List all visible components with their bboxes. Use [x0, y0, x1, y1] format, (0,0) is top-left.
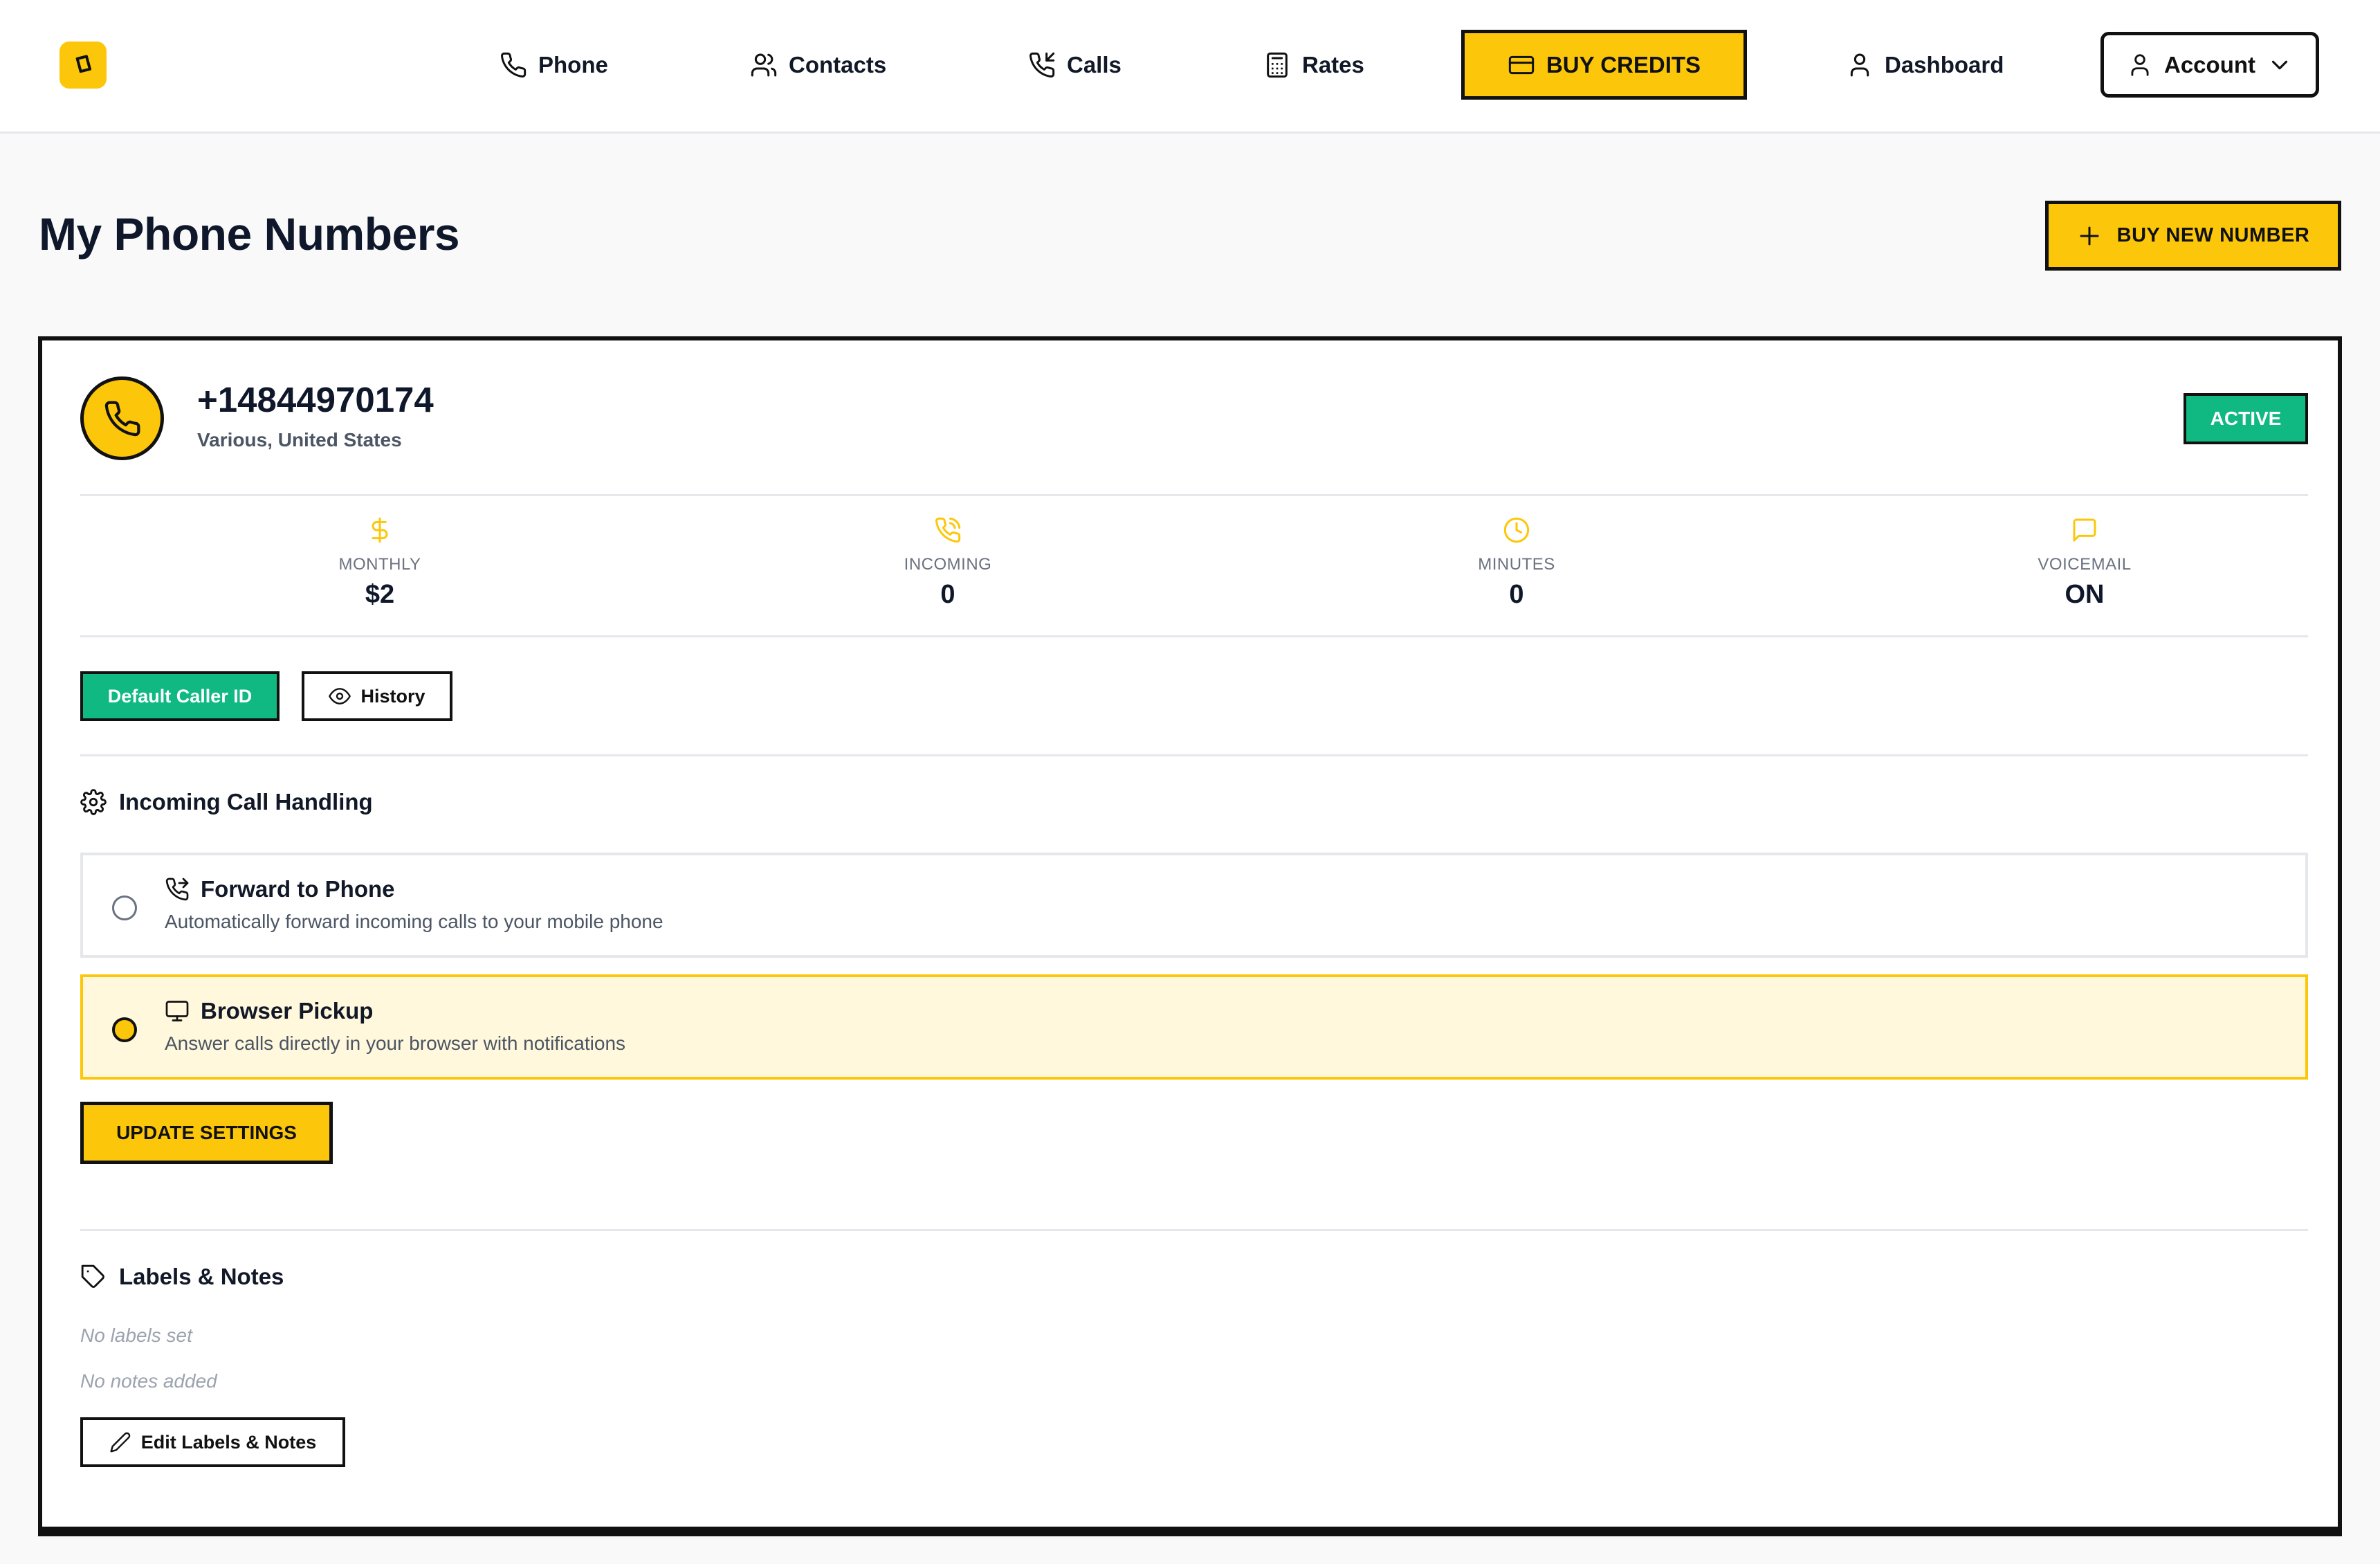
stat-label: VOICEMAIL	[2038, 555, 2132, 574]
stat-value: $2	[365, 580, 395, 609]
nav-rates-label: Rates	[1302, 52, 1364, 78]
stat-incoming: INCOMING 0	[809, 340, 1086, 610]
option-title: Forward to Phone	[165, 876, 395, 902]
buy-credits-button[interactable]: BUY CREDITS	[1461, 30, 1747, 100]
default-caller-id-button[interactable]: Default Caller ID	[80, 671, 280, 721]
clock-icon	[1503, 517, 1530, 543]
dollar-icon	[372, 517, 388, 543]
stat-label: MONTHLY	[338, 555, 421, 574]
top-nav: Phone Contacts Calls Rates BUY CREDITS D…	[0, 0, 2380, 134]
nav-contacts[interactable]: Contacts	[750, 42, 886, 89]
user-icon	[2131, 53, 2149, 76]
edit-labels-notes-button[interactable]: Edit Labels & Notes	[80, 1417, 345, 1467]
radio-browser-pickup[interactable]	[112, 1017, 137, 1042]
phone-incoming-icon	[935, 517, 961, 543]
nav-calls[interactable]: Calls	[1028, 42, 1122, 89]
history-button[interactable]: History	[302, 671, 452, 721]
eye-icon	[329, 688, 351, 704]
calculator-icon	[1267, 52, 1288, 78]
credit-card-icon	[1508, 55, 1535, 74]
account-dropdown[interactable]: Account	[2100, 32, 2319, 98]
option-description: Automatically forward incoming calls to …	[165, 911, 663, 932]
nav-phone[interactable]: Phone	[500, 42, 608, 89]
nav-phone-label: Phone	[538, 52, 608, 78]
stat-monthly: MONTHLY $2	[241, 340, 518, 610]
account-label: Account	[2164, 51, 2255, 78]
no-notes-text: No notes added	[80, 1370, 217, 1392]
phone-icon	[501, 52, 527, 78]
option-title: Browser Pickup	[165, 998, 373, 1024]
users-icon	[751, 53, 777, 77]
pencil-icon	[110, 1432, 131, 1453]
nav-calls-label: Calls	[1067, 52, 1122, 78]
no-labels-text: No labels set	[80, 1325, 192, 1346]
user-icon	[1850, 53, 1869, 77]
monitor-icon	[165, 1001, 189, 1021]
nav-rates[interactable]: Rates	[1263, 42, 1364, 89]
labels-notes-label: Labels & Notes	[119, 1264, 284, 1289]
message-icon	[2073, 518, 2096, 542]
radio-forward-to-phone[interactable]	[112, 895, 137, 920]
edit-labels-notes-label: Edit Labels & Notes	[140, 1431, 317, 1453]
phone-forwarded-icon	[165, 878, 189, 901]
history-label: History	[360, 685, 425, 707]
stat-label: INCOMING	[904, 555, 992, 574]
phone-number-card: +14844970174 Various, United States ACTI…	[38, 336, 2342, 1536]
stat-label: MINUTES	[1478, 555, 1555, 574]
option-description: Answer calls directly in your browser wi…	[165, 1033, 626, 1054]
option-browser-pickup[interactable]: Browser Pickup Answer calls directly in …	[80, 974, 2308, 1080]
labels-notes-title: Labels & Notes	[80, 1264, 284, 1290]
stat-voicemail: VOICEMAIL ON	[1946, 340, 2223, 610]
page-title: My Phone Numbers	[39, 208, 460, 260]
gear-icon	[80, 789, 107, 815]
option-title-label: Forward to Phone	[201, 876, 395, 902]
divider	[80, 1229, 2308, 1231]
logo-icon[interactable]	[60, 42, 107, 89]
stat-value: 0	[940, 580, 955, 609]
phone-incoming-icon	[1029, 52, 1055, 78]
buy-credits-label: BUY CREDITS	[1546, 51, 1701, 78]
stat-value: 0	[1509, 580, 1524, 609]
call-handling-label: Incoming Call Handling	[119, 789, 373, 815]
plus-icon	[2080, 226, 2099, 245]
buy-new-number-button[interactable]: BUY NEW NUMBER	[2045, 201, 2341, 271]
option-title-label: Browser Pickup	[201, 998, 374, 1024]
update-settings-button[interactable]: UPDATE SETTINGS	[80, 1102, 333, 1164]
tag-icon	[81, 1264, 104, 1288]
buy-new-number-label: BUY NEW NUMBER	[2116, 224, 2310, 246]
chevron-down-icon	[2271, 60, 2288, 69]
nav-dashboard-label: Dashboard	[1885, 52, 2004, 78]
nav-contacts-label: Contacts	[789, 52, 887, 78]
phone-icon	[104, 401, 140, 436]
option-forward-to-phone[interactable]: Forward to Phone Automatically forward i…	[80, 853, 2308, 958]
call-handling-title: Incoming Call Handling	[80, 789, 373, 815]
stat-minutes: MINUTES 0	[1378, 340, 1655, 610]
phone-avatar	[80, 376, 164, 460]
stat-value: ON	[2065, 580, 2105, 609]
nav-dashboard[interactable]: Dashboard	[1846, 42, 2004, 89]
divider	[80, 754, 2308, 756]
divider	[80, 635, 2308, 637]
